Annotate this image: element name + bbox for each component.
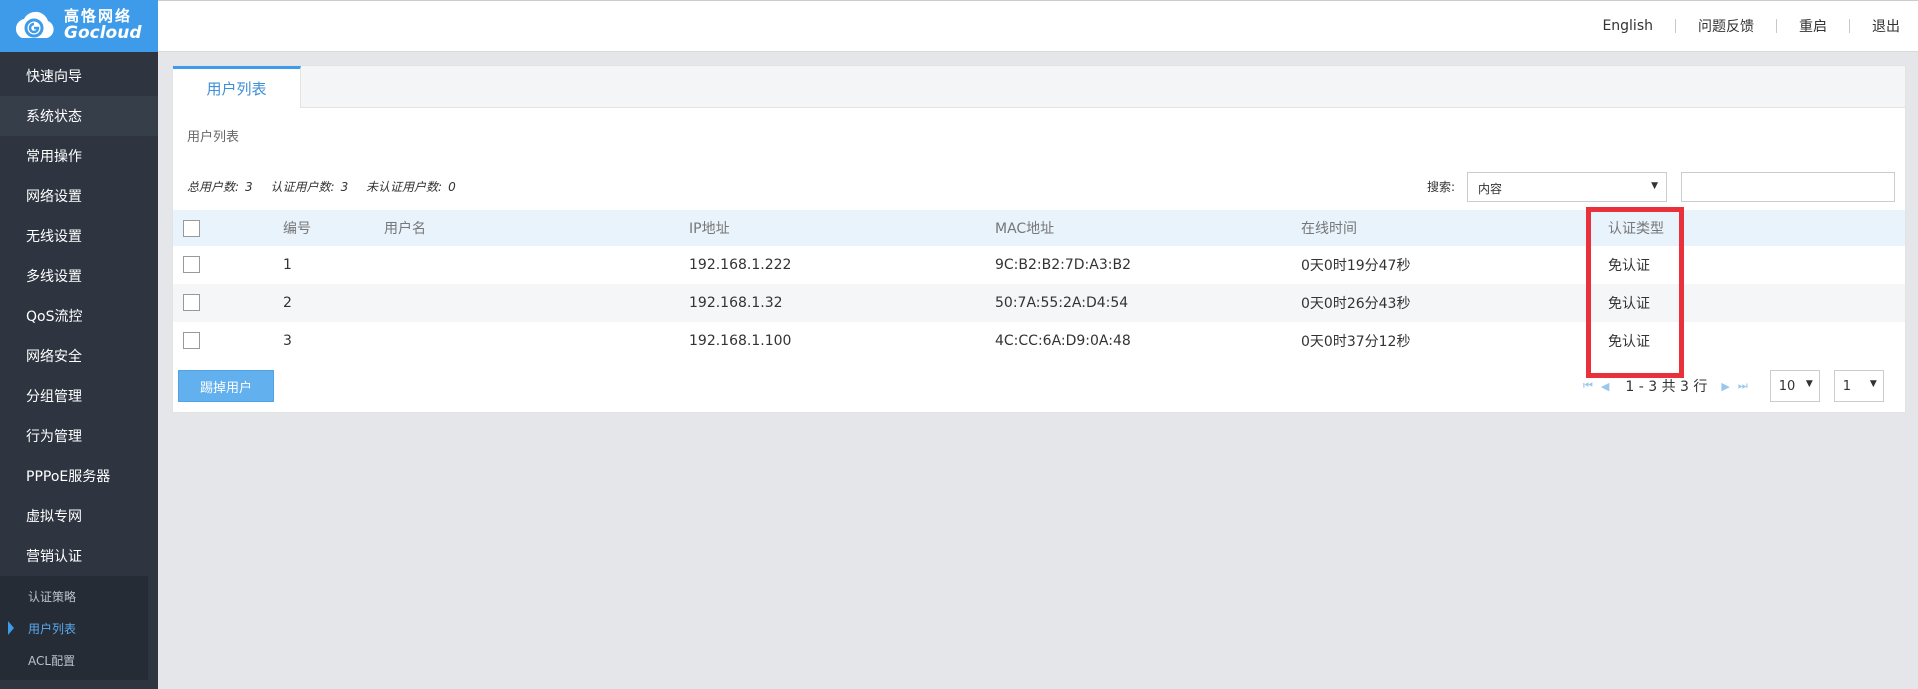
- prev-page-icon[interactable]: ◀: [1601, 380, 1609, 393]
- unauth-users-label: 未认证用户数:: [366, 180, 443, 194]
- sidebar-item-marketing-auth[interactable]: 营销认证: [0, 536, 158, 576]
- top-bar: English 问题反馈 重启 退出: [158, 0, 1918, 52]
- auth-users-label: 认证用户数:: [270, 180, 335, 194]
- search-field-value: 内容: [1478, 182, 1503, 196]
- sidebar-item-system-status[interactable]: 系统状态: [0, 96, 158, 136]
- sidebar-item-multiline[interactable]: 多线设置: [0, 256, 158, 296]
- divider: [1776, 19, 1777, 33]
- total-users-label: 总用户数:: [187, 180, 240, 194]
- sidebar-item-wireless[interactable]: 无线设置: [0, 216, 158, 256]
- cell-id: 1: [283, 257, 292, 273]
- sidebar-item-network[interactable]: 网络设置: [0, 176, 158, 216]
- cell-online-time: 0天0时26分43秒: [1301, 296, 1411, 312]
- cloud-logo-icon: [10, 6, 58, 46]
- row-checkbox[interactable]: [183, 256, 200, 273]
- page-number-value: 1: [1842, 379, 1852, 394]
- col-header-online-time[interactable]: 在线时间: [1301, 218, 1357, 238]
- row-checkbox[interactable]: [183, 294, 200, 311]
- tab-user-list[interactable]: 用户列表: [173, 66, 301, 108]
- sidebar-nav: 快速向导 系统状态 常用操作 网络设置 无线设置 多线设置 QoS流控 网络安全…: [0, 56, 158, 576]
- pagination-summary: 1 - 3 共 3 行: [1625, 379, 1708, 395]
- sidebar-subitem-label: ACL配置: [28, 653, 76, 668]
- unauth-users-value: 0: [448, 180, 456, 194]
- cell-mac: 9C:B2:B2:7D:A3:B2: [995, 257, 1131, 273]
- kick-user-button[interactable]: 踢掉用户: [178, 370, 274, 402]
- sidebar-subitem-auth-policy[interactable]: 认证策略: [0, 580, 148, 612]
- logout-link[interactable]: 退出: [1872, 16, 1900, 36]
- col-header-mac[interactable]: MAC地址: [995, 218, 1054, 238]
- sidebar-subitem-label: 认证策略: [28, 589, 77, 604]
- sidebar-item-groups[interactable]: 分组管理: [0, 376, 158, 416]
- cell-mac: 50:7A:55:2A:D4:54: [995, 295, 1129, 311]
- cell-ip: 192.168.1.32: [689, 295, 783, 311]
- sidebar-subitem-label: 用户列表: [28, 621, 77, 636]
- logo[interactable]: 高恪网络 Gocloud: [0, 0, 158, 52]
- cell-online-time: 0天0时19分47秒: [1301, 258, 1411, 274]
- divider: [1675, 19, 1676, 33]
- divider: [1849, 19, 1850, 33]
- sidebar-item-pppoe[interactable]: PPPoE服务器: [0, 456, 158, 496]
- search-field-select[interactable]: 内容 ▼: [1467, 172, 1667, 202]
- sidebar-item-quick-guide[interactable]: 快速向导: [0, 56, 158, 96]
- chevron-down-icon: ▼: [1869, 379, 1877, 389]
- sidebar-subnav: 认证策略 用户列表 ACL配置: [0, 576, 148, 680]
- language-link[interactable]: English: [1602, 18, 1653, 34]
- cell-mac: 4C:CC:6A:D9:0A:48: [995, 333, 1131, 349]
- section-title: 用户列表: [187, 130, 240, 145]
- total-users-value: 3: [245, 180, 253, 194]
- cell-ip: 192.168.1.100: [689, 333, 792, 349]
- page-size-value: 10: [1778, 379, 1796, 394]
- auth-users-value: 3: [340, 180, 349, 194]
- chevron-down-icon: ▼: [1805, 379, 1813, 389]
- cell-ip: 192.168.1.222: [689, 257, 792, 273]
- first-page-icon[interactable]: ⏮: [1583, 379, 1593, 393]
- search-input[interactable]: [1681, 172, 1895, 202]
- tab-bar: 用户列表: [173, 66, 1905, 108]
- sidebar-item-vpn[interactable]: 虚拟专网: [0, 496, 158, 536]
- sidebar-item-qos[interactable]: QoS流控: [0, 296, 158, 336]
- last-page-icon[interactable]: ⏭: [1738, 379, 1748, 393]
- col-header-username[interactable]: 用户名: [384, 218, 426, 238]
- highlight-box: [1586, 207, 1684, 378]
- active-marker-icon: [8, 621, 14, 635]
- cell-id: 3: [283, 333, 292, 349]
- page-number-select[interactable]: 1 ▼: [1833, 370, 1884, 402]
- next-page-icon[interactable]: ▶: [1721, 380, 1729, 393]
- sidebar-subitem-user-list[interactable]: 用户列表: [0, 612, 148, 644]
- restart-link[interactable]: 重启: [1799, 16, 1827, 36]
- row-checkbox[interactable]: [183, 332, 200, 349]
- search-label: 搜索:: [1427, 180, 1456, 194]
- chevron-down-icon: ▼: [1651, 181, 1658, 191]
- brand-name-en: Gocloud: [64, 22, 142, 43]
- sidebar-subitem-acl[interactable]: ACL配置: [0, 644, 148, 676]
- col-header-id[interactable]: 编号: [283, 218, 311, 238]
- sidebar: 高恪网络 Gocloud 快速向导 系统状态 常用操作 网络设置 无线设置 多线…: [0, 0, 158, 689]
- feedback-link[interactable]: 问题反馈: [1698, 16, 1754, 36]
- page-size-select[interactable]: 10 ▼: [1769, 370, 1820, 402]
- col-header-ip[interactable]: IP地址: [689, 218, 730, 238]
- sidebar-item-behavior[interactable]: 行为管理: [0, 416, 158, 456]
- cell-online-time: 0天0时37分12秒: [1301, 334, 1411, 350]
- sidebar-item-common-ops[interactable]: 常用操作: [0, 136, 158, 176]
- cell-id: 2: [283, 295, 292, 311]
- select-all-checkbox[interactable]: [183, 220, 200, 237]
- user-stats: 总用户数: 3 认证用户数: 3 未认证用户数: 0: [187, 178, 470, 195]
- sidebar-item-security[interactable]: 网络安全: [0, 336, 158, 376]
